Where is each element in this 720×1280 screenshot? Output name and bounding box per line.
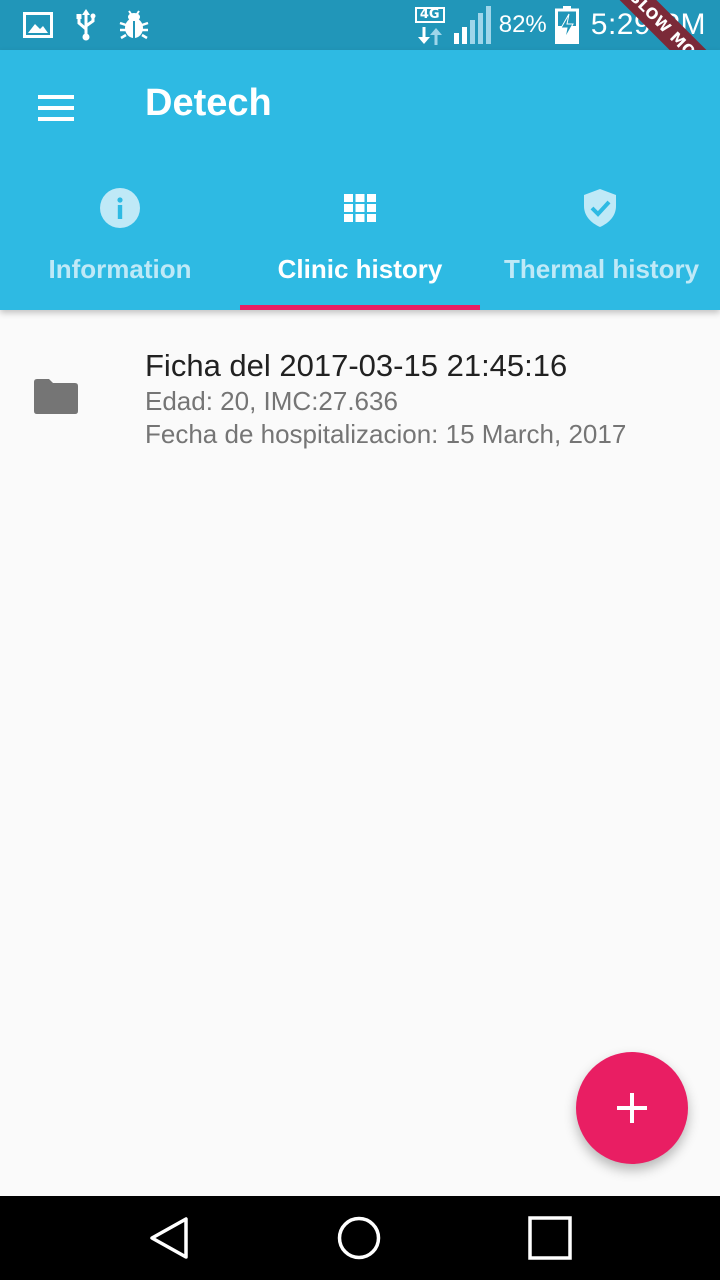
network-indicator: 4G [414,5,445,45]
back-icon [150,1217,188,1259]
back-button[interactable] [148,1216,192,1260]
record-title: Ficha del 2017-03-15 21:45:16 [145,348,568,383]
menu-icon [38,95,74,121]
tab-information[interactable]: Information [0,174,240,310]
tab-thermal-history[interactable]: Thermal history [480,174,720,310]
data-arrows-icon [417,27,442,45]
app-title: Detech [145,82,272,124]
bug-icon [118,9,150,41]
record-age-imc: Edad: 20, IMC:27.636 [145,386,398,416]
battery-charging-icon [554,6,579,44]
list-item[interactable]: Ficha del 2017-03-15 21:45:16 Edad: 20, … [0,330,720,470]
navigation-bar [0,1196,720,1280]
record-hospitalization-date: Fecha de hospitalizacion: 15 March, 2017 [145,419,627,449]
recents-button[interactable] [528,1216,572,1260]
gallery-icon [22,9,54,41]
plus-icon [617,1093,647,1123]
home-icon [337,1216,381,1260]
grid-icon [344,194,376,222]
add-record-button[interactable] [576,1052,688,1164]
status-left-icons [22,9,166,41]
home-button[interactable] [337,1216,381,1260]
info-icon [100,188,140,228]
signal-strength-icon [453,5,493,45]
usb-icon [70,9,102,41]
battery-percent: 82% [498,11,547,38]
menu-button[interactable] [28,80,84,136]
tab-bar: Information Clinic history Thermal histo… [0,174,720,310]
tab-thermal-history-label: Thermal history [504,254,700,284]
status-bar: 4G 82% 5:29 PM SLOW MODE [0,0,720,50]
network-type-label: 4G [414,7,445,23]
folder-icon [34,379,78,414]
recents-icon [528,1216,572,1260]
shield-check-icon [584,189,616,227]
app-bar: Detech Information Clinic history Therma… [0,50,720,310]
tab-information-label: Information [48,254,192,284]
tab-indicator [240,305,480,310]
tab-clinic-history[interactable]: Clinic history [240,174,480,310]
tab-clinic-history-label: Clinic history [277,254,443,284]
